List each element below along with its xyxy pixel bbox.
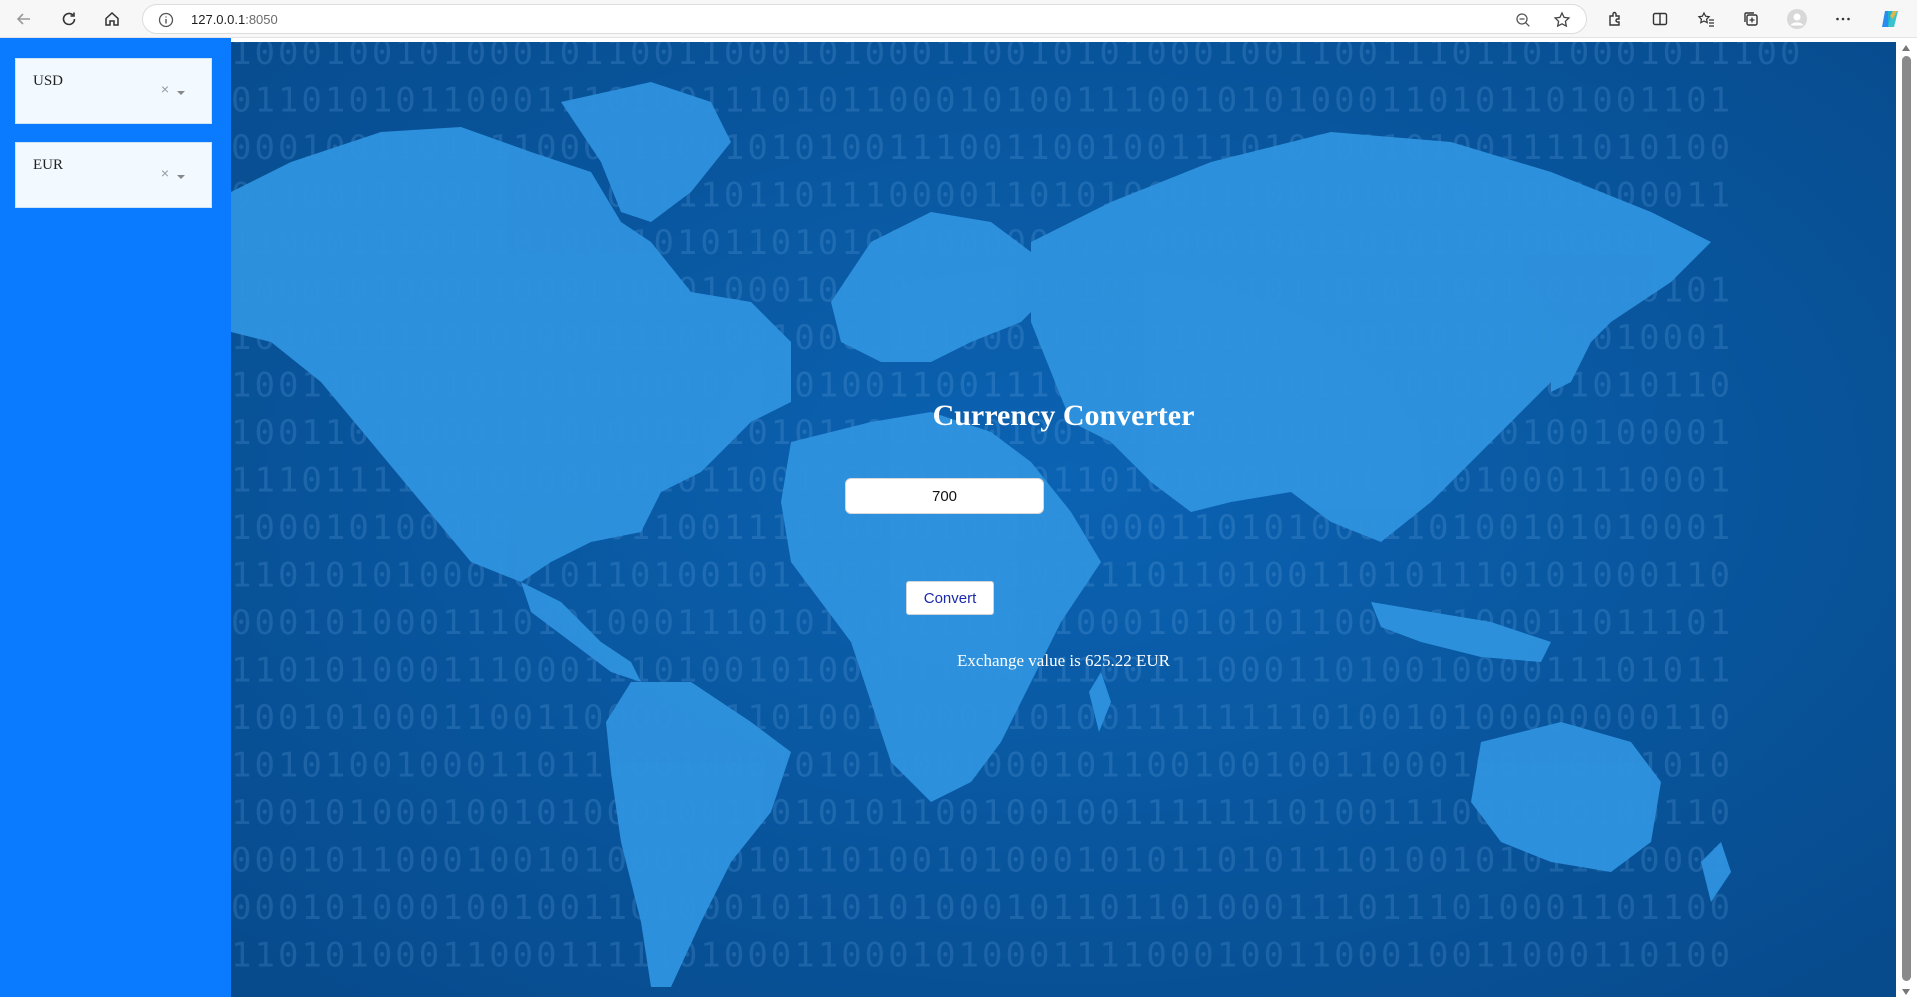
from-currency-value: USD — [33, 73, 64, 89]
scrollbar[interactable] — [1896, 42, 1917, 997]
favorites-icon[interactable] — [1692, 6, 1720, 32]
address-bar[interactable]: 127.0.0.1:8050 — [142, 4, 1587, 34]
refresh-icon[interactable] — [55, 6, 83, 32]
scroll-down-icon[interactable] — [1902, 989, 1910, 995]
chevron-down-icon[interactable] — [177, 91, 185, 95]
clear-icon[interactable]: × — [159, 166, 171, 180]
extensions-icon[interactable] — [1601, 6, 1629, 32]
chevron-down-icon[interactable] — [177, 175, 185, 179]
exchange-result: Exchange value is 625.22 EUR — [957, 651, 1170, 670]
from-currency-dropdown[interactable]: USD × — [15, 58, 212, 124]
info-icon[interactable] — [157, 11, 175, 29]
more-icon[interactable] — [1829, 6, 1857, 32]
clear-icon[interactable]: × — [159, 82, 171, 96]
amount-input[interactable] — [845, 478, 1044, 514]
main-panel: 1000100101000101100110001010001100101010… — [231, 42, 1896, 997]
to-currency-value: EUR — [33, 157, 63, 173]
url-host: 127.0.0.1 — [191, 12, 246, 27]
home-icon[interactable] — [98, 6, 126, 32]
scroll-up-icon[interactable] — [1902, 45, 1910, 51]
convert-button[interactable]: Convert — [906, 581, 994, 615]
back-icon[interactable] — [10, 6, 38, 32]
address-url: 127.0.0.1:8050 — [191, 12, 278, 27]
profile-icon[interactable] — [1783, 6, 1811, 32]
collections-icon[interactable] — [1737, 6, 1765, 32]
scroll-thumb[interactable] — [1902, 56, 1911, 981]
favorite-star-icon[interactable] — [1552, 10, 1572, 30]
page-title: Currency Converter — [932, 399, 1195, 432]
url-port: :8050 — [245, 12, 278, 27]
sidebar: USD × EUR × — [0, 38, 231, 997]
split-screen-icon[interactable] — [1646, 6, 1674, 32]
copilot-icon[interactable] — [1876, 6, 1904, 32]
browser-toolbar: 127.0.0.1:8050 — [0, 0, 1917, 38]
zoom-out-icon[interactable] — [1513, 10, 1533, 30]
converter-content: Currency Converter Convert Exchange valu… — [231, 42, 1896, 997]
to-currency-dropdown[interactable]: EUR × — [15, 142, 212, 208]
page: USD × EUR × 1000100101000101100110001010… — [0, 38, 1917, 997]
